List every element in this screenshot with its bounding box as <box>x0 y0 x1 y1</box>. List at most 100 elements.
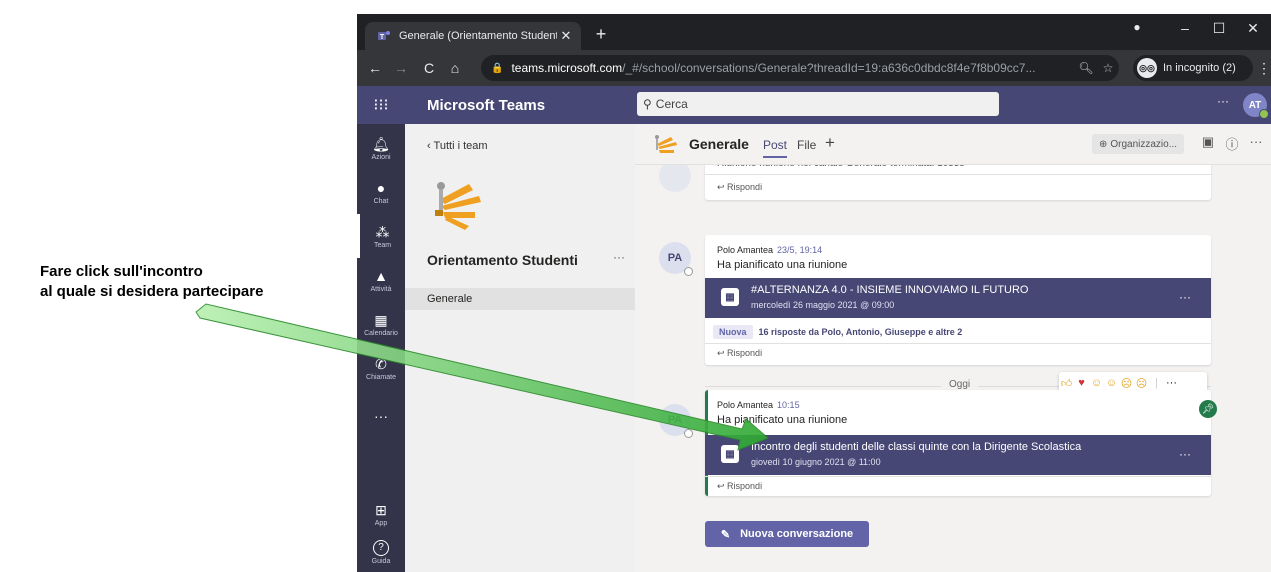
rail-item-azioni[interactable]: 🔔︎ Azioni <box>357 126 405 170</box>
new-conversation-label: Nuova conversazione <box>740 528 854 540</box>
team-icon: ⁂ <box>375 223 390 240</box>
post-timestamp: 23/5, 19:14 <box>777 245 823 255</box>
pin-icon[interactable]: 📌︎ <box>1199 400 1217 418</box>
reply-label: Rispondi <box>727 481 763 491</box>
bookmark-star-icon[interactable]: ☆ <box>1097 61 1119 75</box>
meeting-date: mercoledì 26 maggio 2021 @ 09:00 <box>751 300 895 310</box>
heart-icon[interactable]: ♥ <box>1074 377 1089 389</box>
avatar[interactable]: PA <box>659 242 693 276</box>
search-input[interactable]: ⚲ Cerca <box>637 92 999 116</box>
meeting-card[interactable]: ▦ #ALTERNANZA 4.0 - INSIEME INNOVIAMO IL… <box>705 278 1211 318</box>
meet-now-icon[interactable]: ▣ <box>1199 134 1217 150</box>
reply-link[interactable]: ↩ Rispondi <box>717 182 762 193</box>
new-tab-button[interactable]: + <box>591 24 611 45</box>
profile-dropdown-icon[interactable]: ● <box>1125 20 1149 34</box>
rail-item-chiamate[interactable]: ✆ Chiamate <box>357 346 405 390</box>
minimize-button[interactable]: – <box>1173 20 1197 36</box>
meeting-post-card: Polo Amantea 23/5, 19:14 Ha pianificato u… <box>705 235 1211 365</box>
zoom-icon[interactable]: 🔍︎ <box>1075 61 1097 75</box>
meeting-more-icon[interactable]: ··· <box>1179 447 1191 461</box>
meeting-post-card-highlighted: Polo Amantea 10:15 Ha pianificato una riu… <box>705 390 1211 496</box>
header-more-icon[interactable]: ··· <box>1217 94 1229 108</box>
team-panel: ‹ Tutti i team Orientamento Studenti ···… <box>405 124 636 572</box>
rail-more-apps[interactable]: ··· <box>357 394 405 438</box>
app-bar: 🔔︎ Azioni ● Chat ⁂ Team ▲ Attività ▦ Calendar… <box>357 124 405 572</box>
channel-more-icon[interactable]: ··· <box>1247 134 1265 149</box>
reply-arrow-icon: ↩ <box>717 182 728 192</box>
channel-header: Generale Post File + ⊕ Organizzazio... ▣ … <box>635 124 1271 165</box>
url-field[interactable]: 🔒 teams.microsoft.com/_#/school/conversa… <box>481 55 1119 81</box>
reply-label: Rispondi <box>727 182 763 192</box>
rail-label: Attività <box>370 285 392 293</box>
calendar-icon: ▦ <box>721 288 739 306</box>
avatar[interactable]: PA <box>659 404 693 438</box>
rail-label: Azioni <box>371 153 391 161</box>
rail-item-calendario[interactable]: ▦ Calendario <box>357 302 405 346</box>
tab-file[interactable]: File <box>797 138 816 152</box>
tab-post[interactable]: Post <box>763 138 788 158</box>
surprised-icon[interactable]: ☺ <box>1104 377 1119 389</box>
reload-icon[interactable]: C <box>419 60 439 76</box>
post-text: Ha pianificato una riunione <box>717 259 848 271</box>
reply-arrow-icon: ↩ <box>717 481 728 491</box>
browser-tab[interactable]: T Generale (Orientamento Studenti ✕ <box>365 22 581 50</box>
rail-item-guida[interactable]: ? Guida <box>357 530 405 572</box>
compose-icon: ✎ <box>720 528 731 541</box>
team-logo <box>435 182 481 230</box>
search-icon: ⚲ <box>643 97 652 111</box>
rail-item-attivita[interactable]: ▲ Attività <box>357 258 405 302</box>
user-initials: AT <box>1248 99 1262 111</box>
rail-item-team[interactable]: ⁂ Team <box>357 214 405 258</box>
replies-summary[interactable]: Nuova 16 risposte da Polo, Antonio, Giuse… <box>705 322 1211 342</box>
like-icon[interactable]: 👍︎ <box>1059 377 1074 390</box>
more-options-icon[interactable]: ··· <box>1164 377 1179 389</box>
meeting-date: giovedì 10 giugno 2021 @ 11:00 <box>751 457 881 467</box>
rail-label: Calendario <box>364 329 398 337</box>
incognito-badge[interactable]: ◎◎ In incognito (2) <box>1133 55 1253 81</box>
organization-button[interactable]: ⊕ Organizzazio... <box>1092 134 1184 154</box>
help-icon: ? <box>373 539 389 556</box>
channel-name: Generale <box>689 136 749 152</box>
team-more-icon[interactable]: ··· <box>613 250 625 264</box>
instruction-annotation: Fare click sull'incontro al quale si des… <box>40 262 263 302</box>
add-tab-button[interactable]: + <box>825 133 835 153</box>
presence-offline-icon <box>684 429 693 438</box>
meeting-more-icon[interactable]: ··· <box>1179 290 1191 304</box>
avatar-initials: PA <box>667 414 683 426</box>
tab-bar: T Generale (Orientamento Studenti ✕ + ● … <box>357 14 1271 50</box>
new-badge: Nuova <box>713 325 753 339</box>
info-icon[interactable]: ⓘ <box>1223 134 1241 153</box>
browser-menu-icon[interactable]: ⋮ <box>1257 60 1271 77</box>
home-icon[interactable]: ⌂ <box>445 60 465 76</box>
reply-link[interactable]: ↩ Rispondi <box>717 481 762 492</box>
tab-close-icon[interactable]: ✕ <box>557 28 575 44</box>
forward-arrow-icon[interactable]: → <box>391 60 411 76</box>
url-host: teams.microsoft.com <box>511 61 623 75</box>
presence-offline-icon <box>684 267 693 276</box>
rail-label: Chiamate <box>366 373 396 381</box>
laugh-icon[interactable]: ☺ <box>1089 377 1104 389</box>
meeting-card-target[interactable]: ▦ Incontro degli studenti delle classi q… <box>705 435 1211 475</box>
user-avatar[interactable]: AT <box>1243 93 1269 119</box>
org-icon: ⊕ <box>1098 138 1108 150</box>
app-launcher-icon[interactable]: ⁝⁝⁝ <box>357 86 405 124</box>
tab-title: Generale (Orientamento Studenti <box>399 30 557 42</box>
more-icon: ··· <box>374 408 388 424</box>
reply-link[interactable]: ↩ Rispondi <box>717 348 762 359</box>
new-conversation-button[interactable]: ✎ Nuova conversazione <box>705 521 869 547</box>
meeting-title: #ALTERNANZA 4.0 - INSIEME INNOVIAMO IL F… <box>751 284 1029 296</box>
close-window-button[interactable]: ✕ <box>1241 20 1265 37</box>
angry-icon[interactable]: ☹ <box>1134 377 1149 390</box>
back-to-teams-link[interactable]: ‹ Tutti i team <box>427 140 488 152</box>
assignments-icon: ▲ <box>374 267 388 284</box>
presence-available-icon <box>1259 109 1269 119</box>
author-name: Polo Amantea <box>717 400 774 410</box>
url-path: /_#/school/conversations/Generale?thread… <box>622 61 1036 75</box>
channel-item-generale[interactable]: Generale <box>405 288 635 310</box>
rail-label: Chat <box>373 197 389 205</box>
back-arrow-icon[interactable]: ← <box>365 60 385 76</box>
sad-icon[interactable]: ☹ <box>1119 377 1134 390</box>
rail-item-chat[interactable]: ● Chat <box>357 170 405 214</box>
calendar-icon: ▦ <box>721 445 739 463</box>
maximize-button[interactable]: ☐ <box>1207 20 1231 37</box>
